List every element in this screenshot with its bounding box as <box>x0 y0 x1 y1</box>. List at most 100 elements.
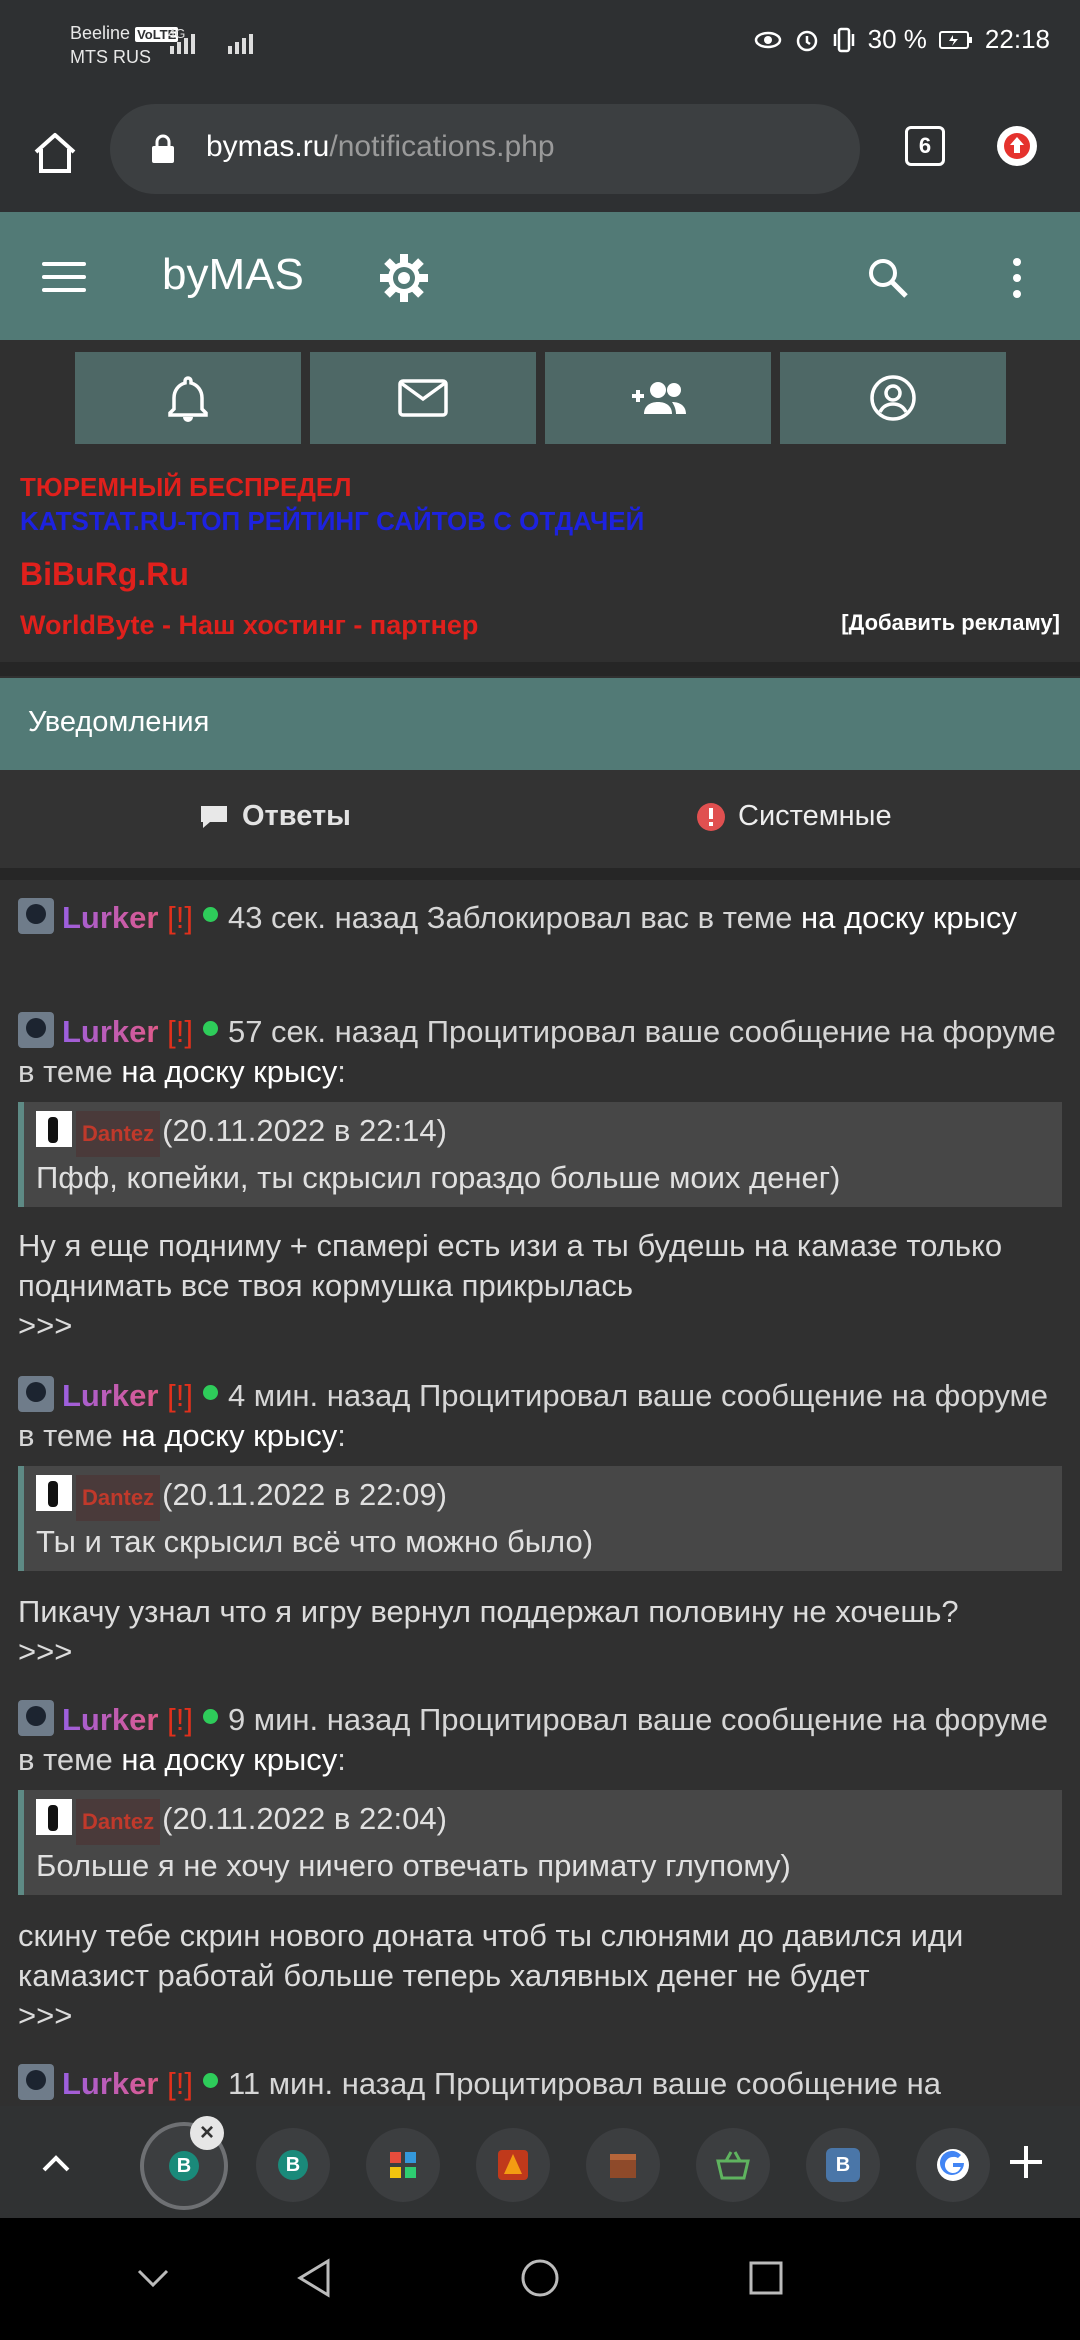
message-text: Ну я еще подниму + спамерi есть изи а ты… <box>18 1226 1068 1346</box>
basket-icon <box>716 2151 750 2180</box>
notification-item: Lurker [!] 57 сек. назад Процитировал ваш… <box>18 1012 1056 1089</box>
messages-button[interactable] <box>310 352 536 444</box>
site-brand[interactable]: byMAS <box>162 250 304 300</box>
tab-icon-apps[interactable] <box>366 2128 440 2202</box>
mark-badge: [!] <box>167 1014 193 1049</box>
clock: 22:18 <box>984 24 1050 54</box>
browser-tab-strip: В × В В <box>0 2106 1080 2218</box>
url-text: bymas.ru/notifications.php <box>206 130 555 163</box>
topic-link[interactable]: на доску крысу <box>121 1418 337 1453</box>
mark-badge: [!] <box>167 1702 193 1737</box>
quote-avatar <box>36 1111 72 1147</box>
quote-block: Dantez (20.11.2022 в 22:09) Ты и так скры… <box>18 1466 1062 1571</box>
bell-icon <box>168 376 208 422</box>
browser-toolbar: bymas.ru/notifications.php 6 <box>0 88 1080 212</box>
quote-text: Больше я не хочу ничего отвечать примату… <box>36 1848 791 1883</box>
new-tab-icon[interactable] <box>1006 2142 1046 2182</box>
profile-button[interactable] <box>780 352 1006 444</box>
add-friend-icon <box>632 382 686 414</box>
update-button[interactable] <box>997 126 1037 166</box>
user-link[interactable]: Lurker <box>62 900 158 935</box>
close-icon[interactable]: × <box>190 2116 224 2150</box>
ad-link-4[interactable]: WorldByte - Наш хостинг - партнер <box>20 610 478 641</box>
mail-icon <box>398 379 448 417</box>
notification-item: Lurker [!] 9 мин. назад Процитировал ваше… <box>18 1700 1049 1777</box>
tab-replies[interactable]: Ответы <box>198 800 351 833</box>
address-bar[interactable]: bymas.ru/notifications.php <box>110 104 860 194</box>
tab-icon-box[interactable] <box>586 2128 660 2202</box>
tab-switcher-button[interactable]: 6 <box>905 126 945 166</box>
notifications-button[interactable] <box>75 352 301 444</box>
tab-icon-basket[interactable] <box>696 2128 770 2202</box>
section-header: Уведомления <box>0 678 1080 770</box>
user-link[interactable]: Lurker <box>62 1378 158 1413</box>
quote-avatar <box>36 1799 72 1835</box>
back-icon[interactable] <box>296 2258 332 2298</box>
home-nav-icon[interactable] <box>520 2258 560 2298</box>
quote-block: Dantez (20.11.2022 в 22:14) Пфф, копейки,… <box>18 1102 1062 1207</box>
online-indicator <box>202 1385 218 1400</box>
system-navigation-bar <box>0 2218 1080 2340</box>
recents-icon[interactable] <box>748 2260 784 2296</box>
quote-user[interactable]: Dantez <box>76 1111 161 1157</box>
read-more-link[interactable]: >>> <box>18 1996 1068 2036</box>
online-indicator <box>202 907 218 922</box>
search-icon[interactable] <box>866 256 910 300</box>
avatar[interactable] <box>18 2064 54 2100</box>
status-bar: Beeline VoLTE MTS RUS 4G 30 % 22:18 <box>0 0 1080 88</box>
avatar[interactable] <box>18 1700 54 1736</box>
ad-link-3[interactable]: BiBuRg.Ru <box>20 556 189 593</box>
game-icon <box>498 2150 528 2180</box>
read-more-link[interactable]: >>> <box>18 1306 1068 1346</box>
chat-bubble-icon <box>201 805 227 828</box>
quote-user[interactable]: Dantez <box>76 1799 161 1845</box>
gear-icon[interactable] <box>378 252 430 304</box>
home-icon[interactable] <box>30 128 80 178</box>
tab-icon-vk[interactable]: В <box>806 2128 880 2202</box>
notification-tabs: Ответы Системные <box>0 770 1080 868</box>
quote-block: Dantez (20.11.2022 в 22:04) Больше я не х… <box>18 1790 1062 1895</box>
topic-link[interactable]: на доску крысу <box>801 900 1017 935</box>
topic-link[interactable]: на доску крысу <box>121 1742 337 1777</box>
topic-link[interactable]: на доску крысу <box>121 1054 337 1089</box>
avatar[interactable] <box>18 1012 54 1048</box>
divider <box>0 868 1080 880</box>
signal-icon-2 <box>228 30 253 54</box>
message-text: Пикачу узнал что я игру вернул поддержал… <box>18 1592 1068 1672</box>
ad-link-2[interactable]: KATSTAT.RU-ТОП РЕЙТИНГ САЙТОВ С ОТДАЧЕЙ <box>20 506 644 537</box>
divider <box>0 662 1080 676</box>
friends-button[interactable] <box>545 352 771 444</box>
user-link[interactable]: Lurker <box>62 2066 158 2101</box>
battery-icon <box>938 30 972 49</box>
account-circle-icon <box>870 375 916 421</box>
menu-icon[interactable] <box>42 262 86 292</box>
quote-user[interactable]: Dantez <box>76 1475 161 1521</box>
tab-icon[interactable]: В <box>256 2128 330 2202</box>
chevron-down-icon[interactable] <box>136 2268 170 2288</box>
user-link[interactable]: Lurker <box>62 1014 158 1049</box>
vibrate-icon <box>833 27 854 52</box>
chevron-up-icon[interactable] <box>38 2146 74 2182</box>
quote-avatar <box>36 1475 72 1511</box>
ad-link-1[interactable]: ТЮРЕМНЫЙ БЕСПРЕДЕЛ <box>20 472 351 503</box>
add-ad-link[interactable]: [Добавить рекламу] <box>841 610 1060 636</box>
signal-icon <box>170 30 195 54</box>
mark-badge: [!] <box>167 1378 193 1413</box>
mark-badge: [!] <box>167 900 193 935</box>
avatar[interactable] <box>18 898 54 934</box>
notification-item: Lurker [!] 43 сек. назад Заблокировал вас… <box>18 898 1068 938</box>
quote-text: Ты и так скрысил всё что можно было) <box>36 1524 594 1559</box>
quote-text: Пфф, копейки, ты скрысил гораздо больше … <box>36 1160 841 1195</box>
grid-icon <box>390 2152 416 2178</box>
tab-system[interactable]: Системные <box>696 800 892 833</box>
avatar[interactable] <box>18 1376 54 1412</box>
box-icon <box>610 2154 636 2178</box>
user-link[interactable]: Lurker <box>62 1702 158 1737</box>
tab-icon-google[interactable] <box>916 2128 990 2202</box>
more-vert-icon[interactable] <box>1010 256 1024 300</box>
read-more-link[interactable]: >>> <box>18 1632 1068 1672</box>
online-indicator <box>202 1021 218 1036</box>
tab-icon-game[interactable] <box>476 2128 550 2202</box>
notification-feed: Lurker [!] 43 сек. назад Заблокировал вас… <box>0 880 1080 2106</box>
site-header: byMAS <box>0 212 1080 340</box>
